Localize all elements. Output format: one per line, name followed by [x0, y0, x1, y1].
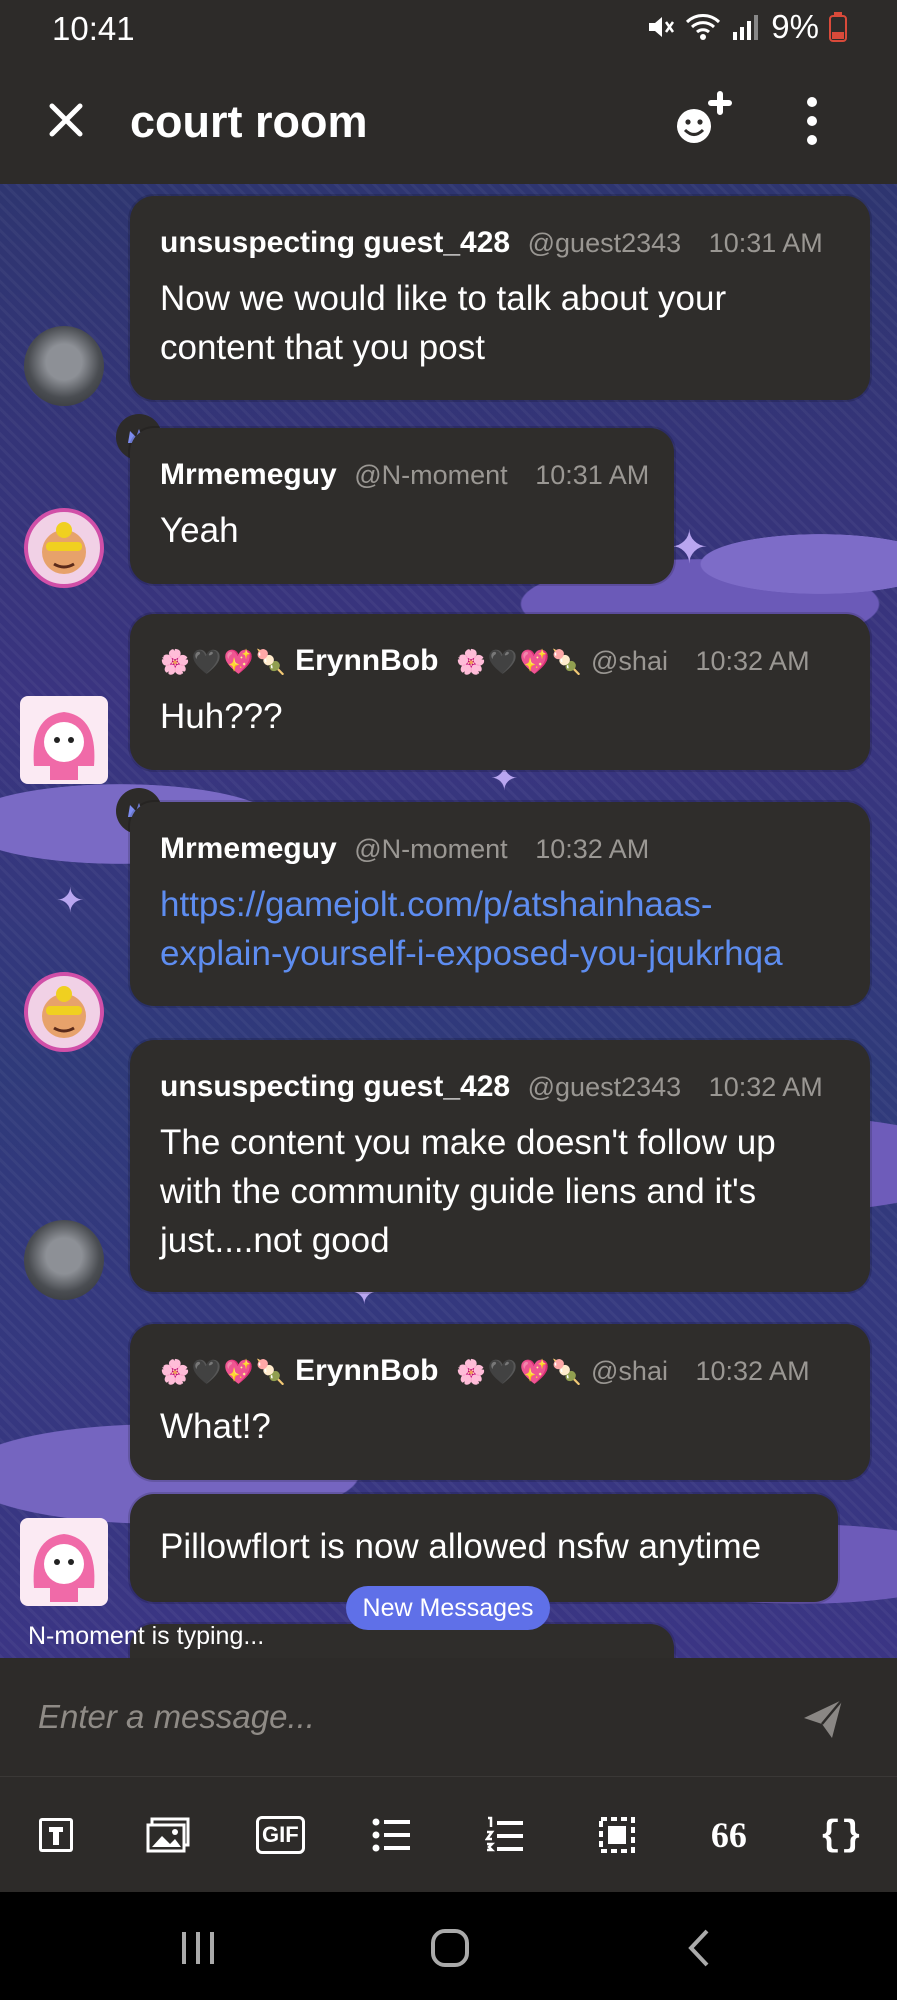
bullet-list-button[interactable] — [362, 1805, 422, 1865]
message-bubble[interactable]: 🌸🖤💖🍡 ErynnBob 🌸🖤💖🍡 @shai 10:32 AM What!? — [130, 1324, 870, 1480]
close-icon — [49, 103, 83, 137]
message-bubble[interactable]: unsuspecting guest_428 @guest2343 10:32 … — [130, 1040, 870, 1292]
author-name[interactable]: Mrmemeguy — [160, 458, 337, 491]
avatar-erynnbob[interactable] — [20, 696, 108, 784]
wifi-icon — [685, 12, 721, 42]
message-meta: unsuspecting guest_428 @guest2343 10:32 … — [160, 1070, 823, 1104]
message-time: 10:31 AM — [535, 460, 650, 490]
sparkle-decoration: ✦ — [670, 521, 709, 573]
author-name[interactable]: Mrmemeguy — [160, 832, 337, 865]
text-format-button[interactable] — [26, 1805, 86, 1865]
spoiler-icon — [598, 1817, 635, 1853]
message-meta: Mrmemeguy @N-moment 10:32 AM — [160, 832, 649, 866]
status-icons: 9% — [645, 8, 847, 46]
avatar-guest[interactable] — [24, 326, 104, 406]
message-text: Yeah — [160, 511, 239, 550]
new-messages-button[interactable]: New Messages — [346, 1586, 550, 1630]
message-bubble[interactable]: Mrmemeguy @N-moment 10:32 AM https://gam… — [130, 802, 870, 1006]
message-time: 10:31 AM — [708, 228, 823, 258]
spoiler-button[interactable] — [587, 1805, 647, 1865]
message-text: Huh??? — [160, 697, 283, 736]
system-nav-bar — [0, 1892, 897, 2000]
message-meta: unsuspecting guest_428 @guest2343 10:31 … — [160, 226, 823, 260]
text-format-icon — [39, 1818, 74, 1852]
message-meta: 🌸🖤💖🍡 ErynnBob 🌸🖤💖🍡 @shai 10:32 AM — [160, 1354, 810, 1387]
message-meta: Mrmemeguy @N-moment 10:31 AM — [160, 458, 649, 492]
numbered-list-icon — [484, 1816, 523, 1852]
status-time: 10:41 — [52, 10, 135, 47]
message-composer — [0, 1658, 897, 1776]
gif-icon: GIF — [255, 1816, 305, 1854]
author-handle: @shai — [591, 646, 668, 676]
author-handle: @guest2343 — [527, 228, 682, 258]
battery-icon — [829, 12, 847, 42]
author-name[interactable]: unsuspecting guest_428 — [160, 226, 510, 259]
message-text: Now we would like to talk about your con… — [160, 279, 727, 367]
insert-gif-button[interactable]: GIF — [250, 1805, 310, 1865]
message-time: 10:32 AM — [695, 646, 810, 676]
message-list[interactable]: ✦ ✦ ✦ ✦ unsuspecting guest_428 @guest234… — [0, 184, 897, 1658]
back-button[interactable] — [670, 1926, 730, 1970]
message-link[interactable]: https://gamejolt.com/p/atshainhaas- expl… — [160, 880, 783, 978]
status-bar: 10:41 9% — [0, 0, 897, 58]
quote-icon: 66 — [710, 1815, 747, 1855]
image-icon — [146, 1817, 190, 1853]
insert-image-button[interactable] — [138, 1805, 198, 1865]
avatar-erynnbob[interactable] — [20, 1518, 108, 1606]
home-button[interactable] — [420, 1926, 480, 1970]
recent-apps-button[interactable] — [168, 1926, 228, 1970]
add-member-icon — [677, 91, 732, 143]
message-bubble[interactable]: Mrmemeguy @N-moment 10:31 AM Yeah — [130, 428, 674, 584]
quote-button[interactable]: 66 — [699, 1805, 759, 1865]
add-member-button[interactable] — [668, 88, 734, 154]
formatting-toolbar: GIF 66 {} — [0, 1776, 897, 1893]
sparkle-decoration: ✦ — [56, 882, 85, 920]
message-time: 10:32 AM — [535, 834, 650, 864]
home-icon — [431, 1929, 469, 1967]
room-title: court room — [130, 96, 368, 147]
code-icon: {} — [819, 1814, 863, 1856]
author-handle: @guest2343 — [527, 1072, 682, 1102]
message-input[interactable] — [36, 1688, 780, 1746]
recent-apps-icon — [182, 1932, 214, 1964]
message-text: What!? — [160, 1407, 271, 1446]
message-meta: 🌸🖤💖🍡 ErynnBob 🌸🖤💖🍡 @shai 10:32 AM — [160, 644, 810, 677]
numbered-list-button[interactable] — [475, 1805, 535, 1865]
more-vert-icon — [807, 97, 817, 107]
code-block-button[interactable]: {} — [811, 1805, 871, 1865]
signal-icon — [731, 12, 761, 42]
more-options-button[interactable] — [790, 88, 834, 154]
battery-level: 9% — [771, 8, 819, 45]
send-button[interactable] — [800, 1696, 846, 1742]
avatar-mrmemeguy[interactable] — [24, 508, 104, 588]
message-bubble[interactable]: unsuspecting guest_428 @guest2343 10:31 … — [130, 196, 870, 400]
send-icon — [804, 1699, 843, 1738]
author-name[interactable]: ErynnBob — [295, 644, 438, 677]
message-time: 10:32 AM — [708, 1072, 823, 1102]
avatar-guest[interactable] — [24, 1220, 104, 1300]
chat-header: court room — [0, 58, 897, 184]
back-icon — [688, 1929, 709, 1967]
mute-icon — [645, 12, 675, 42]
author-name[interactable]: unsuspecting guest_428 — [160, 1070, 510, 1103]
message-bubble[interactable]: 🌸🖤💖🍡 ErynnBob 🌸🖤💖🍡 @shai 10:32 AM Huh??? — [130, 614, 870, 770]
message-text: The content you make doesn't follow up w… — [160, 1123, 776, 1260]
close-button[interactable] — [36, 90, 96, 150]
author-handle: @N-moment — [354, 460, 508, 490]
author-handle: @N-moment — [354, 834, 508, 864]
avatar-mrmemeguy[interactable] — [24, 972, 104, 1052]
message-text: Pillowflort is now allowed nsfw anytime — [160, 1527, 762, 1566]
typing-indicator: N-moment is typing... — [28, 1622, 265, 1650]
author-name[interactable]: ErynnBob — [295, 1354, 438, 1387]
author-handle: @shai — [591, 1356, 668, 1386]
message-time: 10:32 AM — [695, 1356, 810, 1386]
bullet-list-icon — [372, 1818, 411, 1852]
